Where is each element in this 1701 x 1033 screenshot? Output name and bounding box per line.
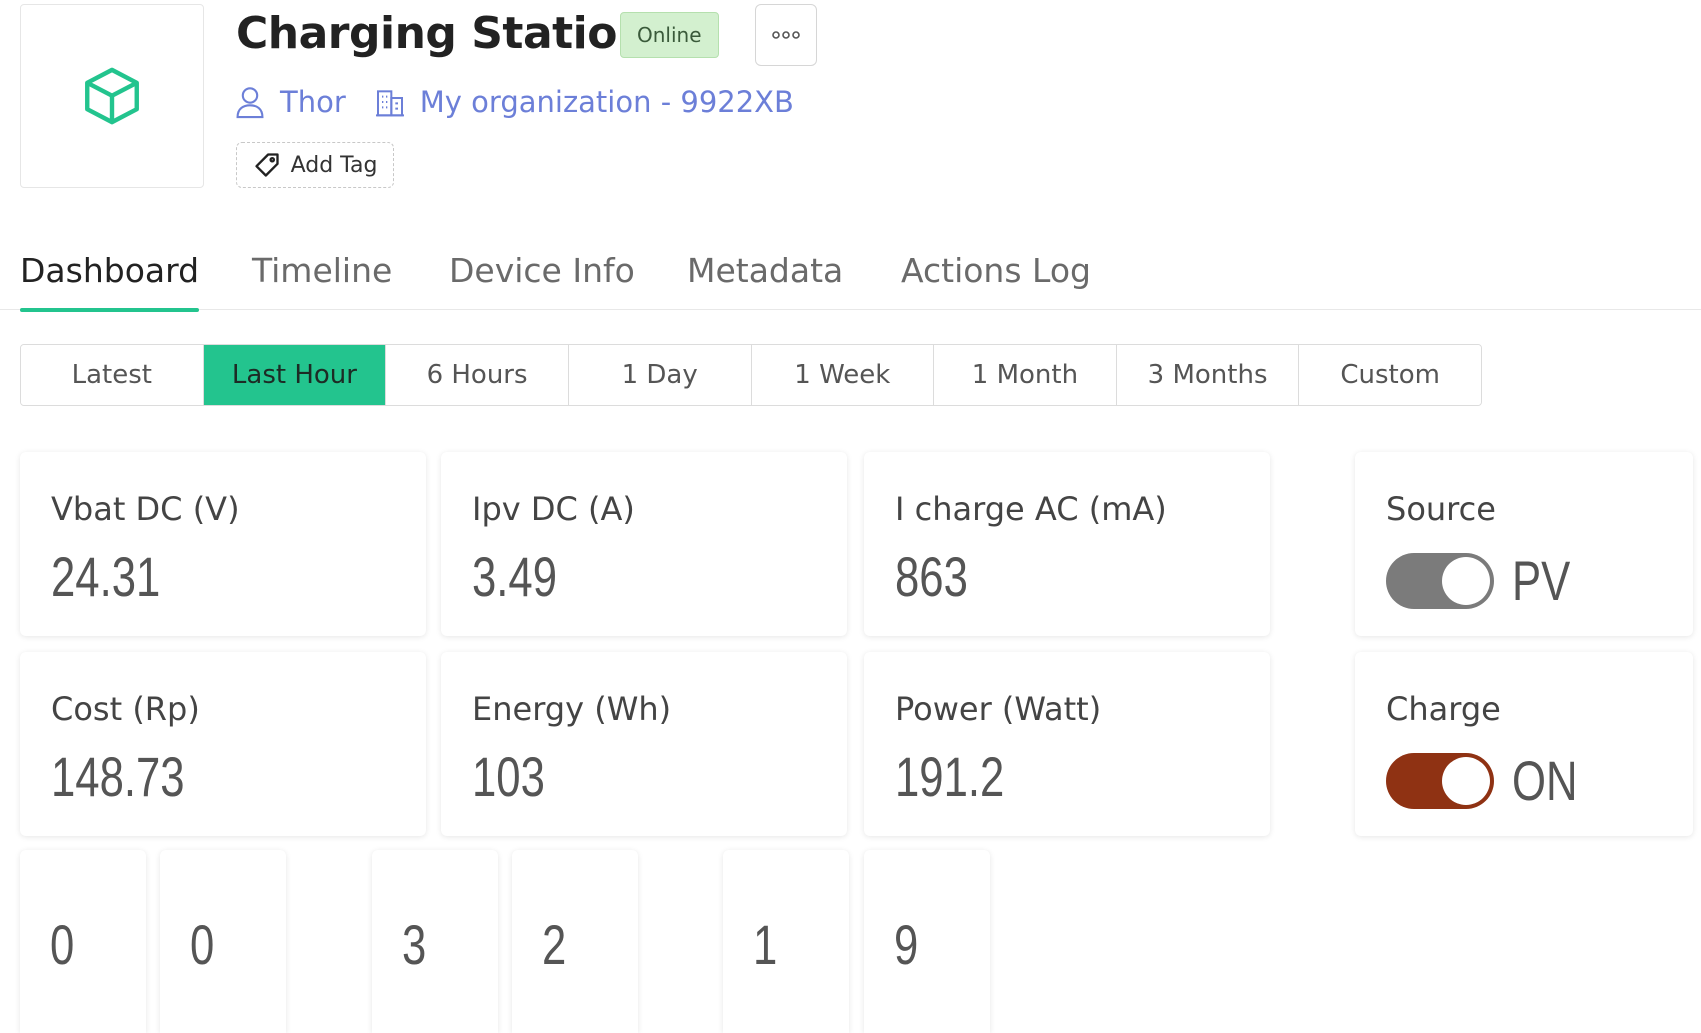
source-toggle[interactable] <box>1386 552 1494 609</box>
widget-value: 24.31 <box>51 545 161 608</box>
range-1-month[interactable]: 1 Month <box>934 345 1117 405</box>
more-dots-icon <box>772 31 800 39</box>
add-tag-button[interactable]: Add Tag <box>236 142 394 188</box>
range-custom[interactable]: Custom <box>1299 345 1481 405</box>
widget-ipv: Ipv DC (A) 3.49 <box>441 452 847 636</box>
widget-value: 3.49 <box>472 545 558 608</box>
digit-tile: 0 <box>20 850 146 1033</box>
charge-switch-row: ON <box>1386 748 1596 813</box>
user-icon <box>236 87 264 119</box>
owner-link[interactable]: Thor <box>234 85 346 119</box>
time-range-selector: Latest Last Hour 6 Hours 1 Day 1 Week 1 … <box>20 344 1482 406</box>
widget-value: 148.73 <box>51 745 185 808</box>
widget-value: 103 <box>472 745 545 808</box>
widget-value: 863 <box>895 545 968 608</box>
range-3-months[interactable]: 3 Months <box>1116 345 1300 405</box>
organization-name: My organization - 9922XB <box>419 85 794 119</box>
widget-label: Vbat DC (V) <box>51 490 240 528</box>
digit-tile: 0 <box>160 850 286 1033</box>
device-page: Charging Station Online Thor My organiza… <box>0 0 1701 1033</box>
widget-cost: Cost (Rp) 148.73 <box>20 652 426 836</box>
status-badge: Online <box>620 12 719 58</box>
range-1-day[interactable]: 1 Day <box>568 345 752 405</box>
tab-metadata[interactable]: Metadata <box>687 246 843 300</box>
digit-value: 0 <box>50 913 75 976</box>
digit-value: 1 <box>753 913 778 976</box>
device-meta: Thor My organization - 9922XB <box>234 80 822 124</box>
widget-label: I charge AC (mA) <box>895 490 1167 528</box>
widget-label: Source <box>1386 490 1496 528</box>
digit-value: 3 <box>402 913 427 976</box>
tag-icon <box>254 153 279 177</box>
digit-value: 9 <box>894 913 919 976</box>
widget-label: Ipv DC (A) <box>472 490 635 528</box>
cube-icon <box>85 67 139 125</box>
tab-timeline[interactable]: Timeline <box>252 246 392 300</box>
add-tag-label: Add Tag <box>290 152 378 178</box>
charge-state: ON <box>1512 749 1578 812</box>
widget-value: 191.2 <box>895 745 1005 808</box>
widget-icharge: I charge AC (mA) 863 <box>864 452 1270 636</box>
tab-bar: Dashboard Timeline Device Info Metadata … <box>0 236 1701 312</box>
page-title: Charging Station <box>236 8 648 59</box>
widget-energy: Energy (Wh) 103 <box>441 652 847 836</box>
source-switch-row: PV <box>1386 548 1587 613</box>
device-thumbnail <box>20 4 204 188</box>
range-last-hour[interactable]: Last Hour <box>203 345 387 405</box>
tab-actions-log[interactable]: Actions Log <box>901 246 1091 300</box>
more-options-button[interactable] <box>755 4 817 66</box>
range-latest[interactable]: Latest <box>21 345 204 405</box>
building-icon <box>375 90 404 117</box>
widget-label: Charge <box>1386 690 1501 728</box>
widget-power: Power (Watt) 191.2 <box>864 652 1270 836</box>
range-1-week[interactable]: 1 Week <box>751 345 935 405</box>
owner-name: Thor <box>280 85 346 119</box>
digit-tile: 1 <box>723 850 849 1033</box>
widget-vbat: Vbat DC (V) 24.31 <box>20 452 426 636</box>
range-6-hours[interactable]: 6 Hours <box>386 345 569 405</box>
widget-label: Cost (Rp) <box>51 690 200 728</box>
widget-source: Source PV <box>1355 452 1693 636</box>
organization-link[interactable]: My organization - 9922XB <box>374 85 794 119</box>
source-state: PV <box>1512 549 1571 612</box>
digit-tile: 3 <box>372 850 498 1033</box>
tab-dashboard[interactable]: Dashboard <box>20 246 200 312</box>
digit-value: 2 <box>542 913 567 976</box>
widget-label: Power (Watt) <box>895 690 1102 728</box>
digit-tile: 9 <box>864 850 990 1033</box>
toggle-knob <box>1442 756 1490 805</box>
digit-value: 0 <box>190 913 215 976</box>
toggle-knob <box>1442 556 1490 605</box>
tab-device-info[interactable]: Device Info <box>449 246 635 300</box>
charge-toggle[interactable] <box>1386 752 1494 809</box>
widget-label: Energy (Wh) <box>472 690 672 728</box>
digit-tile: 2 <box>512 850 638 1033</box>
widget-charge: Charge ON <box>1355 652 1693 836</box>
